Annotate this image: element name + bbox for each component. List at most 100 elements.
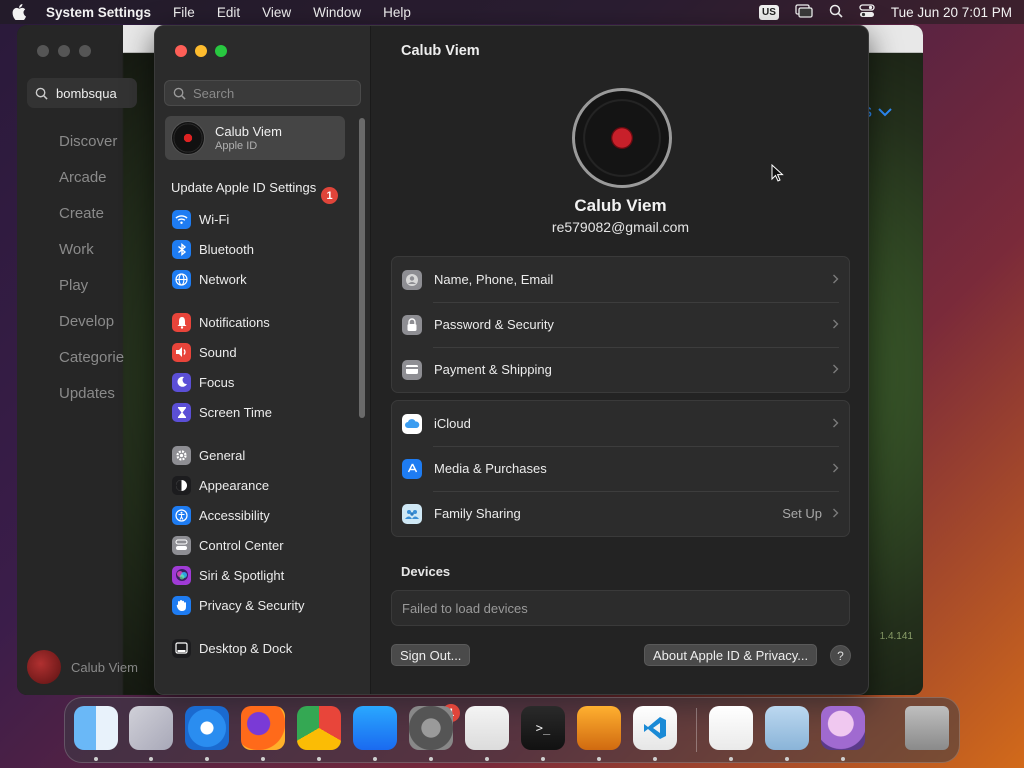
sidebar-item-label: Accessibility [199, 507, 270, 523]
search-input[interactable] [193, 85, 353, 101]
row-media-purchases[interactable]: Media & Purchases [392, 446, 849, 491]
profile-email: re579082@gmail.com [551, 219, 690, 235]
sidebar-item-appearance[interactable]: Appearance [172, 474, 269, 496]
dock-running-indicator [373, 757, 377, 761]
sidebar-item-label: Wi-Fi [199, 211, 230, 227]
background-nav-arcade[interactable]: Arcade [59, 169, 107, 186]
background-nav-discover[interactable]: Discover [59, 133, 117, 150]
dock-running-indicator [261, 757, 265, 761]
sidebar-item-label: Control Center [199, 537, 284, 553]
chevron-right-icon [832, 506, 839, 521]
dock-running-indicator [94, 757, 98, 761]
safari-icon[interactable] [185, 706, 229, 750]
freeform-icon[interactable] [709, 706, 753, 750]
menu-app-name[interactable]: System Settings [46, 5, 151, 20]
spotlight-search-icon[interactable] [829, 4, 843, 21]
screen-mirroring-icon[interactable] [795, 3, 813, 21]
row-password-security[interactable]: Password & Security [392, 302, 849, 347]
dock-running-indicator [597, 757, 601, 761]
menu-edit[interactable]: Edit [217, 5, 240, 20]
apple-menu-icon[interactable] [12, 3, 28, 21]
minimize-button[interactable] [195, 45, 207, 57]
menu-file[interactable]: File [173, 5, 195, 20]
finder-icon[interactable] [74, 706, 118, 750]
sidebar-search[interactable] [164, 80, 361, 106]
avatar [27, 650, 61, 684]
input-source-indicator[interactable]: US [759, 4, 779, 20]
row-family-sharing[interactable]: Family Sharing Set Up [392, 491, 849, 536]
chevron-right-icon [832, 272, 839, 287]
menu-help[interactable]: Help [383, 5, 411, 20]
background-user-account[interactable]: Calub Viem [27, 650, 138, 684]
sidebar-item-label: Bluetooth [199, 241, 254, 257]
appearance-icon [172, 475, 191, 495]
devices-heading: Devices [401, 564, 451, 579]
notification-badge: 1 [321, 187, 338, 204]
trash-icon[interactable] [905, 706, 949, 750]
row-icloud[interactable]: iCloud [392, 401, 849, 446]
sidebar-item-bluetooth[interactable]: Bluetooth [172, 238, 254, 260]
textedit-icon[interactable] [465, 706, 509, 750]
launchpad-icon[interactable] [129, 706, 173, 750]
background-nav-develop[interactable]: Develop [59, 313, 114, 330]
menu-view[interactable]: View [262, 5, 291, 20]
background-nav-work[interactable]: Work [59, 241, 94, 258]
system-settings-icon[interactable] [409, 706, 453, 750]
background-window-controls [37, 45, 91, 57]
sidebar-item-accessibility[interactable]: Accessibility [172, 504, 270, 526]
row-payment-shipping[interactable]: Payment & Shipping [392, 347, 849, 392]
background-nav-updates[interactable]: Updates [59, 385, 115, 402]
chevron-right-icon [832, 461, 839, 476]
bluetooth-icon [172, 239, 191, 259]
sidebar-item-wi-fi[interactable]: Wi-Fi [172, 208, 229, 230]
page-title: Calub Viem [401, 43, 480, 59]
sidebar-scrollbar[interactable] [359, 118, 365, 418]
menu-clock[interactable]: Tue Jun 20 7:01 PM [891, 5, 1012, 20]
background-user-name: Calub Viem [71, 659, 138, 675]
dock-running-indicator [841, 757, 845, 761]
row-value: Set Up [782, 506, 822, 521]
sidebar-item-general[interactable]: General [172, 444, 245, 466]
app-store-icon[interactable] [353, 706, 397, 750]
sidebar-item-label: Privacy & Security [199, 597, 305, 613]
cloud-icon [402, 413, 422, 434]
background-nav-categories[interactable]: Categorie [59, 349, 124, 366]
hourglass-icon [172, 402, 191, 422]
update-apple-id-settings[interactable]: Update Apple ID Settings [171, 180, 341, 196]
background-search-field[interactable]: bombsqua [27, 78, 137, 108]
profile-avatar[interactable] [572, 88, 672, 188]
sidebar-item-siri-spotlight[interactable]: Siri & Spotlight [172, 564, 284, 586]
sidebar-item-focus[interactable]: Focus [172, 371, 234, 393]
dock-icon [172, 638, 191, 658]
background-nav-play[interactable]: Play [59, 277, 88, 294]
close-button[interactable] [175, 45, 187, 57]
zoom-button[interactable] [215, 45, 227, 57]
sidebar-item-apple-id[interactable]: Calub Viem Apple ID [165, 116, 345, 160]
chrome-icon[interactable] [297, 706, 341, 750]
row-name-phone-email[interactable]: Name, Phone, Email [392, 257, 849, 302]
bombsquad-icon[interactable] [821, 706, 865, 750]
services-group: iCloud Media & Purchases Family Sharing Set… [391, 400, 850, 537]
control-center-icon[interactable] [859, 3, 875, 21]
sidebar-item-sound[interactable]: Sound [172, 341, 237, 363]
preview-icon[interactable] [765, 706, 809, 750]
vscode-icon[interactable] [633, 706, 677, 750]
sidebar-item-notifications[interactable]: Notifications [172, 311, 270, 333]
search-icon [35, 87, 48, 100]
terminal-icon[interactable]: >_ [521, 706, 565, 750]
background-nav-create[interactable]: Create [59, 205, 104, 222]
sidebar-item-label: Focus [199, 374, 235, 390]
row-label: Family Sharing [434, 506, 521, 521]
sidebar-item-desktop-dock[interactable]: Desktop & Dock [172, 637, 292, 659]
sidebar-item-screen-time[interactable]: Screen Time [172, 401, 272, 423]
menu-window[interactable]: Window [313, 5, 361, 20]
system-settings-window: Calub Viem Apple ID Update Apple ID Sett… [154, 25, 869, 695]
sidebar-item-network[interactable]: Network [172, 268, 247, 290]
help-button[interactable]: ? [830, 645, 851, 666]
garageband-icon[interactable] [577, 706, 621, 750]
sign-out-button[interactable]: Sign Out... [391, 644, 471, 666]
sidebar-item-privacy-security[interactable]: Privacy & Security [172, 594, 304, 616]
sidebar-item-control-center[interactable]: Control Center [172, 534, 284, 556]
about-apple-id-button[interactable]: About Apple ID & Privacy... [644, 644, 818, 666]
firefox-icon[interactable] [241, 706, 285, 750]
